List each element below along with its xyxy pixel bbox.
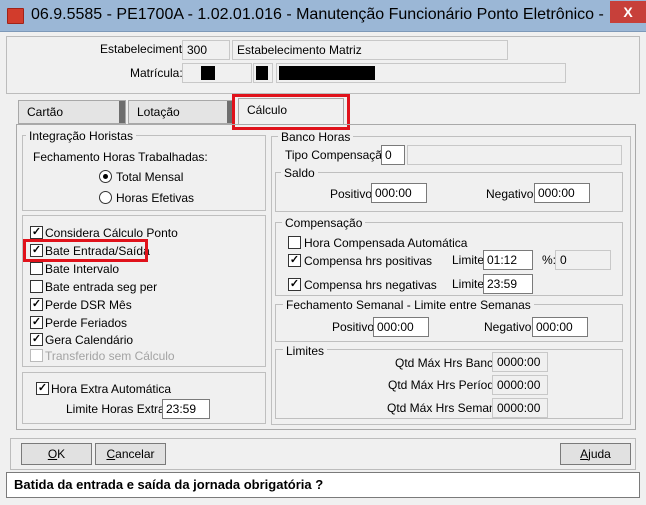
redacted-block [256,66,268,80]
redacted-block [279,66,375,80]
matricula-digit-field[interactable] [253,63,273,83]
tab-cartao[interactable]: Cartão [18,100,126,124]
compensacao-title: Compensação [282,216,366,230]
hora-compensada-automatica-label: Hora Compensada Automática [304,236,468,250]
hora-extra-automatica-label: Hora Extra Automática [51,382,172,396]
redacted-block [201,66,215,80]
fechamento-negativo-input[interactable]: 000:00 [532,317,588,337]
radio-total-mensal-label: Total Mensal [116,170,184,184]
banco-horas-title: Banco Horas [278,130,354,144]
window-title: 06.9.5585 - PE1700A - 1.02.01.016 - Manu… [31,6,606,23]
ajuda-mnemonic: A [580,447,589,461]
bate-intervalo-label: Bate Intervalo [45,262,120,276]
fechamento-positivo-input[interactable]: 000:00 [373,317,429,337]
saldo-title: Saldo [281,166,318,180]
saldo-negativo-input[interactable]: 000:00 [534,183,590,203]
checkbox-hora-compensada-automatica[interactable] [288,236,301,249]
radio-dot [103,174,108,179]
ajuda-button[interactable]: Ajuda [560,443,631,465]
estabelecimento-code-field[interactable]: 300 [182,40,230,60]
checkbox-gera-calendario[interactable]: ✓ [30,333,43,346]
tab-lotacao-label: Lotação [137,105,180,119]
checkbox-compensa-negativas[interactable]: ✓ [288,278,301,291]
percent-field[interactable]: 0 [555,250,611,270]
ok-label-rest: K [57,447,66,461]
tipo-compensacao-label: Tipo Compensação: [285,148,392,162]
considera-calculo-label: Considera Cálculo Ponto [45,226,178,240]
checkbox-hora-extra-automatica[interactable]: ✓ [36,382,49,395]
limite-horas-extras-input[interactable]: 23:59 [162,399,210,419]
app-icon [7,8,24,24]
ok-button[interactable]: OK [21,443,92,465]
estabelecimento-label: Estabelecimento: [100,42,193,56]
qtd-max-banco-field[interactable]: 0000:00 [492,352,548,372]
compensa-positivas-label: Compensa hrs positivas [304,254,433,268]
integracao-horistas-title: Integração Horistas [26,129,137,143]
tab-lotacao[interactable]: Lotação [128,100,234,124]
title-bar[interactable]: 06.9.5585 - PE1700A - 1.02.01.016 - Manu… [0,0,646,32]
matricula-field[interactable] [182,63,252,83]
limites-title: Limites [283,344,328,358]
checkbox-perde-feriados[interactable]: ✓ [30,316,43,329]
bate-entrada-seg-per-label: Bate entrada seg per [45,280,158,294]
cancelar-button[interactable]: Cancelar [95,443,166,465]
highlight-bate-entrada-saida [23,239,148,262]
compensa-negativas-label: Compensa hrs negativas [304,278,437,292]
perde-dsr-label: Perde DSR Mês [45,298,132,312]
limite-horas-extras-label: Limite Horas Extras: [66,402,175,416]
saldo-positivo-input[interactable]: 000:00 [371,183,427,203]
cancelar-mnemonic: C [106,447,116,461]
radio-horas-efetivas-label: Horas Efetivas [116,191,195,205]
gera-calendario-label: Gera Calendário [45,333,134,347]
fechamento-horas-label: Fechamento Horas Trabalhadas: [33,150,208,164]
tab-cartao-label: Cartão [27,105,64,119]
saldo-negativo-label: Negativo: [486,187,537,201]
limite-positivas-input[interactable]: 01:12 [483,250,533,270]
cancelar-label-rest: ancelar [115,447,155,461]
tipo-compensacao-description[interactable] [407,145,622,165]
fechamento-negativo-label: Negativo: [484,320,535,334]
ok-mnemonic: O [47,447,58,461]
close-button[interactable]: X [610,1,646,23]
perde-feriados-label: Perde Feriados [45,316,128,330]
fechamento-semanal-title: Fechamento Semanal - Limite entre Semana… [283,298,534,312]
checkbox-considera-calculo[interactable]: ✓ [30,226,43,239]
hora-extra-group [22,372,266,424]
qtd-max-semana-field[interactable]: 0000:00 [492,398,548,418]
limite-negativas-input[interactable]: 23:59 [483,274,533,294]
checkbox-transferido-sem-calculo[interactable] [30,349,43,362]
checkbox-compensa-positivas[interactable]: ✓ [288,254,301,267]
qtd-max-periodo-field[interactable]: 0000:00 [492,375,548,395]
ajuda-label-rest: juda [588,447,611,461]
qtd-max-semana-label: Qtd Máx Hrs Semana: [387,401,506,415]
radio-horas-efetivas[interactable] [99,191,112,204]
tab-edge [119,101,125,123]
fechamento-positivo-label: Positivo: [332,320,378,334]
estabelecimento-name-field[interactable]: Estabelecimento Matriz [232,40,508,60]
transferido-sem-calculo-label: Transferido sem Cálculo [45,349,175,363]
qtd-max-periodo-label: Qtd Máx Hrs Período: [388,378,505,392]
checkbox-bate-entrada-seg-per[interactable] [30,280,43,293]
matricula-label: Matrícula: [130,66,183,80]
status-bar: Batida da entrada e saída da jornada obr… [6,472,640,498]
percent-label: %: [542,253,557,267]
qtd-max-banco-label: Qtd Máx Hrs Banco: [395,356,504,370]
saldo-positivo-label: Positivo: [330,187,376,201]
radio-total-mensal[interactable] [99,170,112,183]
checkbox-perde-dsr[interactable]: ✓ [30,298,43,311]
checkbox-bate-intervalo[interactable] [30,262,43,275]
funcionario-name-field[interactable] [276,63,566,83]
tipo-compensacao-input[interactable]: 0 [381,145,405,165]
